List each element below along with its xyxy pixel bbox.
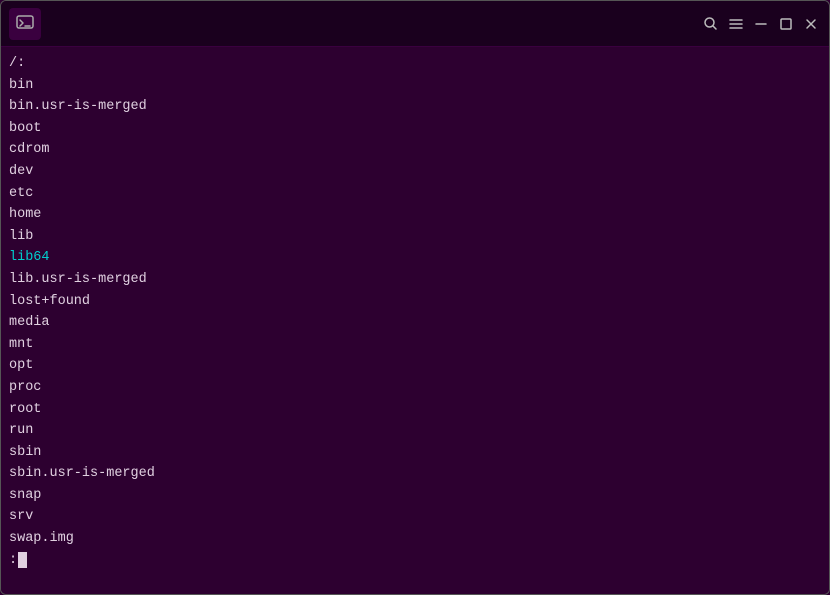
terminal-line: srv (9, 506, 821, 528)
terminal-line: lost+found (9, 291, 821, 313)
titlebar (1, 1, 829, 47)
terminal-line: boot (9, 118, 821, 140)
terminal-line: sbin.usr-is-merged (9, 463, 821, 485)
titlebar-left (9, 8, 69, 40)
terminal-line: dev (9, 161, 821, 183)
terminal-line: lib.usr-is-merged (9, 269, 821, 291)
terminal-line: bin (9, 75, 821, 97)
close-button[interactable] (800, 9, 821, 39)
menu-button[interactable] (726, 9, 747, 39)
terminal-line: root (9, 399, 821, 421)
terminal-line: /: (9, 53, 821, 75)
terminal-line: run (9, 420, 821, 442)
terminal-line: opt (9, 355, 821, 377)
terminal-line: bin.usr-is-merged (9, 96, 821, 118)
maximize-button[interactable] (775, 9, 796, 39)
terminal-line: media (9, 312, 821, 334)
prompt-prefix: : (9, 550, 17, 572)
terminal-line: snap (9, 485, 821, 507)
titlebar-controls (701, 9, 821, 39)
terminal-line: proc (9, 377, 821, 399)
terminal-line: mnt (9, 334, 821, 356)
search-button[interactable] (701, 9, 722, 39)
terminal-cursor (18, 552, 27, 568)
terminal-line: swap.img (9, 528, 821, 550)
terminal-line: sbin (9, 442, 821, 464)
minimize-button[interactable] (751, 9, 772, 39)
terminal-line: cdrom (9, 139, 821, 161)
terminal-prompt: : (9, 550, 821, 572)
terminal-line: home (9, 204, 821, 226)
terminal-line: lib (9, 226, 821, 248)
app-icon[interactable] (9, 8, 41, 40)
terminal-line: lib64 (9, 247, 821, 269)
terminal-line: etc (9, 183, 821, 205)
terminal-window: /:binbin.usr-is-mergedbootcdromdevetchom… (0, 0, 830, 595)
terminal-body[interactable]: /:binbin.usr-is-mergedbootcdromdevetchom… (1, 47, 829, 594)
